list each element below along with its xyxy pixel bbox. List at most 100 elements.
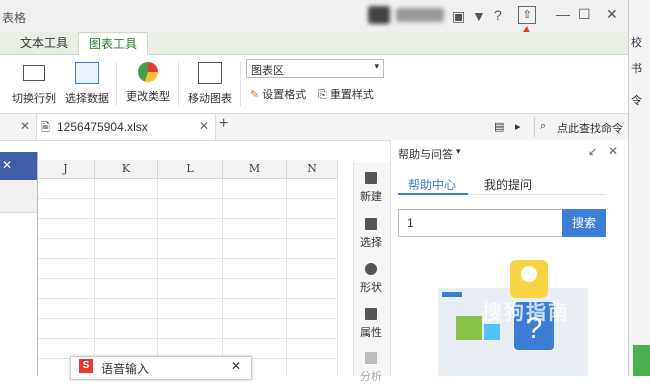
change-type-label: 更改类型 (126, 91, 170, 103)
column-header-l[interactable]: L (158, 160, 223, 179)
row-gridline (37, 318, 337, 319)
switch-row-col-icon (23, 65, 45, 81)
side-tool-new-label: 新建 (360, 191, 382, 203)
column-gridline (157, 178, 158, 376)
side-tool-analyze-label: 分析 (360, 371, 382, 383)
column-gridline (222, 178, 223, 376)
row-gridline (37, 218, 337, 219)
sogou-logo-icon: S (79, 359, 93, 373)
reset-style-icon: ⎘ (318, 89, 327, 101)
close-prev-tab-icon[interactable]: ✕ (20, 119, 30, 133)
switch-row-col-button[interactable]: 切换行列 (8, 62, 60, 106)
background-window-strip: 校 书 令 (628, 0, 650, 376)
row-gridline (37, 278, 337, 279)
strip-text-3: 令 (631, 95, 642, 107)
green-block (633, 345, 650, 376)
properties-icon (365, 308, 377, 320)
tab-help-center[interactable]: 帮助中心 (408, 176, 456, 193)
voice-input-window[interactable]: S 语音输入 ✕ (70, 356, 252, 380)
ribbon-separator (116, 62, 117, 106)
row-gridline (37, 298, 337, 299)
voice-input-close-icon[interactable]: ✕ (231, 359, 241, 373)
help-pane-close-icon[interactable]: ✕ (608, 144, 618, 158)
doc-tab-active[interactable]: 🗎 1256475904.xlsx ✕ (36, 114, 216, 140)
collapse-pane-icon[interactable]: ↙ (588, 145, 597, 158)
side-tool-properties-label: 属性 (360, 327, 382, 339)
minimize-button[interactable]: — (556, 6, 570, 22)
new-tab-button[interactable]: + (219, 115, 228, 133)
pie-chart-icon (138, 62, 158, 82)
shirt-icon[interactable]: ▼ (472, 8, 486, 24)
side-tool-analyze[interactable]: 分析 (353, 352, 389, 384)
side-tool-shape-label: 形状 (360, 282, 382, 294)
command-search[interactable]: ⌕ 点此查找命令 (534, 117, 629, 137)
change-type-button[interactable]: 更改类型 (122, 62, 174, 104)
doc-icon[interactable]: ▤ (494, 120, 504, 133)
user-name-blurred (396, 8, 444, 22)
maximize-button[interactable]: ☐ (578, 6, 591, 23)
left-dialog-toolbar (0, 180, 37, 213)
voice-input-label: 语音输入 (101, 362, 150, 376)
side-tool-properties[interactable]: 属性 (353, 308, 389, 340)
ribbon-separator (178, 62, 179, 106)
window-title: 表格 (2, 11, 27, 25)
close-icon[interactable]: ✕ (2, 158, 12, 172)
column-gridline (337, 178, 338, 376)
tab-text-tools[interactable]: 文本工具 (14, 32, 74, 54)
move-chart-button[interactable]: 移动图表 (184, 62, 236, 106)
help-search-input[interactable]: 1 (398, 209, 564, 237)
side-tool-new[interactable]: 新建 (353, 172, 389, 204)
select-data-label: 选择数据 (65, 93, 109, 105)
search-icon: ⌕ (540, 120, 547, 132)
chevron-down-icon[interactable]: ▾ (456, 146, 461, 157)
column-gridline (286, 178, 287, 376)
chart-element-value: 图表区 (251, 65, 284, 77)
title-bar: 表格 ▣ ▼ ? ⇧ — ☐ ✕ (0, 0, 650, 69)
switch-row-col-label: 切换行列 (12, 93, 56, 105)
help-search-button[interactable]: 搜索 (562, 209, 606, 237)
tab-chart-tools[interactable]: 图表工具 (78, 32, 148, 56)
side-tool-shape[interactable]: 形状 (353, 263, 389, 295)
side-tool-select-label: 选择 (360, 237, 382, 249)
move-chart-label: 移动图表 (188, 93, 232, 105)
watermark-text: 搜狗指南 (482, 302, 570, 324)
left-dialog-header: ✕ (0, 152, 37, 180)
select-data-button[interactable]: 选择数据 (62, 62, 112, 106)
row-gridline (37, 238, 337, 239)
close-button[interactable]: ✕ (606, 6, 618, 23)
avatar[interactable] (368, 6, 390, 24)
pin-top-icon[interactable]: ⇧ (518, 6, 536, 24)
spreadsheet-grid[interactable] (37, 160, 337, 376)
reset-style-label: 重置样式 (329, 89, 374, 101)
help-icon[interactable]: ? (494, 7, 502, 23)
side-tool-select[interactable]: 选择 (353, 218, 389, 250)
chevron-down-icon: ▾ (374, 61, 379, 71)
set-format-button[interactable]: ✎ 设置格式 (250, 86, 306, 102)
new-file-icon (365, 172, 377, 184)
shape-icon (365, 263, 377, 275)
share-icon[interactable]: ▸ (515, 120, 521, 133)
doc-tab-close-icon[interactable]: ✕ (199, 119, 209, 133)
reset-style-button[interactable]: ⎘ 重置样式 (318, 86, 374, 102)
column-header-k[interactable]: K (95, 160, 158, 179)
document-icon: 🗎 (41, 122, 50, 134)
column-header-j[interactable]: J (37, 160, 95, 179)
command-search-label: 点此查找命令 (557, 123, 623, 135)
row-gridline (37, 338, 337, 339)
move-chart-icon (198, 62, 222, 84)
select-icon (365, 218, 377, 230)
strip-text-2: 书 (631, 63, 642, 75)
skin-icon[interactable]: ▣ (452, 8, 465, 25)
help-search-value: 1 (407, 216, 414, 230)
column-gridline (94, 178, 95, 376)
set-format-label: 设置格式 (262, 89, 307, 101)
tab-my-questions[interactable]: 我的提问 (484, 176, 532, 193)
row-gridline (37, 258, 337, 259)
help-pane-title[interactable]: 帮助与问答 (398, 146, 453, 162)
paintbrush-icon: ✎ (250, 89, 260, 101)
column-header-m[interactable]: M (223, 160, 287, 179)
doc-tab-filename: 1256475904.xlsx (57, 120, 148, 134)
strip-text-1: 校 (631, 37, 642, 49)
chart-element-dropdown[interactable]: 图表区 ▾ (246, 59, 384, 78)
column-header-n[interactable]: N (287, 160, 338, 179)
